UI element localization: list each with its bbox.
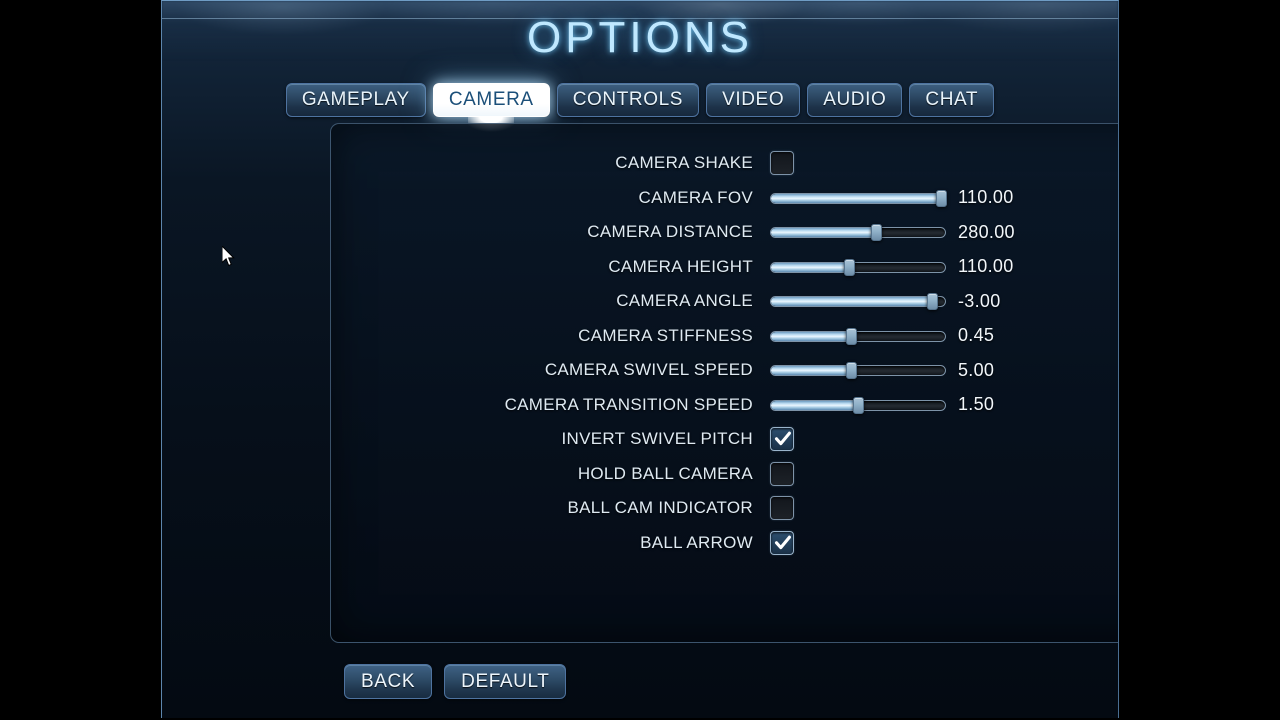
slider-camera-fov[interactable] [770,189,947,207]
slider-handle[interactable] [870,224,882,242]
setting-label: CAMERA HEIGHT [608,256,753,276]
slider-value: 5.00 [958,359,995,380]
slider-value: -3.00 [958,290,1001,311]
setting-label: CAMERA FOV [638,187,753,207]
tab-label: CONTROLS [572,89,684,110]
setting-label: INVERT SWIVEL PITCH [561,429,753,449]
setting-row-camera-fov: CAMERA FOV 110.00 [331,181,1118,216]
slider-camera-distance[interactable] [770,224,946,242]
slider-track[interactable] [770,296,946,308]
slider-value: 0.45 [958,325,995,346]
settings-panel: CAMERA SHAKE CAMERA FOV 110.00 CAMERA DISTA… [330,123,1118,643]
setting-row-camera-swivel-speed: CAMERA SWIVEL SPEED 5.00 [331,353,1118,388]
slider-track[interactable] [770,192,946,204]
checkbox-invert-swivel-pitch[interactable] [770,427,794,452]
tab-audio[interactable]: AUDIO [807,83,903,117]
slider-handle[interactable] [844,258,856,276]
slider-fill [771,262,850,272]
tab-label: GAMEPLAY [301,89,410,110]
slider-camera-swivel-speed[interactable] [770,362,946,380]
setting-row-hold-ball-camera: HOLD BALL CAMERA [331,457,1118,492]
options-window: OPTIONS GAMEPLAY CAMERA CONTROLS VIDEO AUDIO… [161,0,1119,718]
setting-label: CAMERA SWIVEL SPEED [544,360,753,380]
setting-label: CAMERA SHAKE [615,153,753,173]
setting-row-camera-stiffness: CAMERA STIFFNESS 0.45 [331,319,1118,354]
tab-bar: GAMEPLAY CAMERA CONTROLS VIDEO AUDIO CHAT [162,83,1118,131]
tab-label: AUDIO [823,89,887,110]
slider-value: 1.50 [958,394,995,415]
setting-row-invert-swivel-pitch: INVERT SWIVEL PITCH [331,422,1118,457]
check-icon [774,430,792,448]
slider-handle[interactable] [845,327,857,345]
setting-row-camera-angle: CAMERA ANGLE -3.00 [331,284,1118,319]
setting-label: CAMERA ANGLE [616,291,753,311]
settings-rows: CAMERA SHAKE CAMERA FOV 110.00 CAMERA DISTA… [331,146,1118,561]
slider-value: 110.00 [958,187,1014,208]
setting-row-camera-distance: CAMERA DISTANCE 280.00 [331,215,1118,250]
slider-handle[interactable] [845,362,857,380]
tab-gameplay[interactable]: GAMEPLAY [285,83,426,117]
slider-camera-stiffness[interactable] [770,327,946,345]
setting-row-camera-transition-speed: CAMERA TRANSITION SPEED 1.50 [331,388,1118,423]
slider-handle[interactable] [926,293,938,311]
tab-camera[interactable]: CAMERA [432,83,550,131]
slider-value: 280.00 [958,221,1015,242]
slider-fill [771,400,858,410]
setting-label: CAMERA TRANSITION SPEED [504,394,753,414]
tab-label: CAMERA [448,89,534,110]
setting-label: CAMERA STIFFNESS [578,325,753,345]
tab-label: CHAT [925,89,979,110]
slider-track[interactable] [770,365,946,377]
check-icon [774,534,792,552]
footer-buttons: BACK DEFAULT [344,664,567,699]
screen: OPTIONS GAMEPLAY CAMERA CONTROLS VIDEO AUDIO… [0,0,1280,720]
tab-video[interactable]: VIDEO [706,83,801,117]
default-button[interactable]: DEFAULT [444,664,567,699]
tab-chat[interactable]: CHAT [909,83,995,117]
setting-row-camera-height: CAMERA HEIGHT 110.00 [331,250,1118,285]
slider-camera-height[interactable] [770,258,946,276]
setting-row-ball-arrow: BALL ARROW [331,526,1118,561]
tab-controls[interactable]: CONTROLS [556,83,700,117]
checkbox-camera-shake[interactable] [770,151,794,176]
setting-label: BALL ARROW [640,532,753,552]
slider-camera-transition-speed[interactable] [770,396,946,414]
slider-track[interactable] [770,227,946,239]
slider-track[interactable] [770,261,946,273]
tab-label: VIDEO [722,89,785,110]
page-title: OPTIONS [526,13,754,62]
slider-camera-angle[interactable] [770,293,946,311]
checkbox-hold-ball-camera[interactable] [770,461,794,486]
slider-handle[interactable] [853,396,864,414]
checkbox-ball-arrow[interactable] [770,530,794,555]
slider-fill [771,193,940,203]
slider-fill [771,228,876,238]
slider-fill [771,366,852,376]
slider-handle[interactable] [935,189,947,207]
setting-label: BALL CAM INDICATOR [567,498,753,518]
back-button[interactable]: BACK [344,664,433,699]
setting-row-ball-cam-indicator: BALL CAM INDICATOR [331,491,1118,526]
setting-label: HOLD BALL CAMERA [577,463,753,483]
setting-label: CAMERA DISTANCE [587,222,753,242]
setting-row-camera-shake: CAMERA SHAKE [331,146,1118,181]
slider-fill [771,297,932,307]
slider-value: 110.00 [958,256,1014,277]
slider-fill [771,331,852,341]
checkbox-ball-cam-indicator[interactable] [770,496,794,521]
slider-track[interactable] [770,330,946,342]
